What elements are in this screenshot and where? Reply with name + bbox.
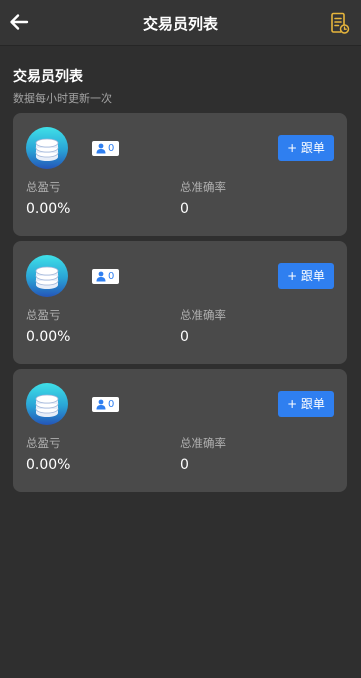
profit-label: 总盈亏 [26, 436, 61, 450]
trader-card[interactable]: 0 + 跟单 总盈亏 总准确率 0.00% 0 [13, 241, 347, 364]
trader-card[interactable]: 0 + 跟单 总盈亏 总准确率 0.00% 0 [13, 369, 347, 492]
follower-count: 0 [108, 399, 115, 410]
profit-label: 总盈亏 [26, 180, 61, 194]
document-clock-icon [331, 12, 350, 34]
profit-value: 0.00% [26, 201, 71, 217]
accuracy-label: 总准确率 [180, 180, 226, 194]
coin-stack-icon [26, 383, 68, 425]
accuracy-value: 0 [180, 329, 189, 345]
section-subtitle: 数据每小时更新一次 [13, 92, 112, 105]
profit-value: 0.00% [26, 457, 71, 473]
coin-stack-icon [26, 127, 68, 169]
profit-label: 总盈亏 [26, 308, 61, 322]
follower-count: 0 [108, 143, 115, 154]
trader-card[interactable]: 0 + 跟单 总盈亏 总准确率 0.00% 0 [13, 113, 347, 236]
accuracy-value: 0 [180, 457, 189, 473]
follower-badge: 0 [92, 141, 119, 156]
follow-button[interactable]: + 跟单 [278, 135, 334, 161]
accuracy-value: 0 [180, 201, 189, 217]
follow-button[interactable]: + 跟单 [278, 391, 334, 417]
record-button[interactable] [330, 12, 350, 34]
top-bar: 交易员列表 [0, 0, 361, 46]
accuracy-label: 总准确率 [180, 436, 226, 450]
person-icon [96, 399, 106, 410]
person-icon [96, 271, 106, 282]
follower-count: 0 [108, 271, 115, 282]
follower-badge: 0 [92, 397, 119, 412]
section-title: 交易员列表 [13, 69, 83, 85]
page-title: 交易员列表 [142, 15, 218, 33]
profit-value: 0.00% [26, 329, 71, 345]
coin-stack-icon [26, 255, 68, 297]
follow-button[interactable]: + 跟单 [278, 263, 334, 289]
person-icon [96, 143, 106, 154]
follower-badge: 0 [92, 269, 119, 284]
accuracy-label: 总准确率 [180, 308, 226, 322]
